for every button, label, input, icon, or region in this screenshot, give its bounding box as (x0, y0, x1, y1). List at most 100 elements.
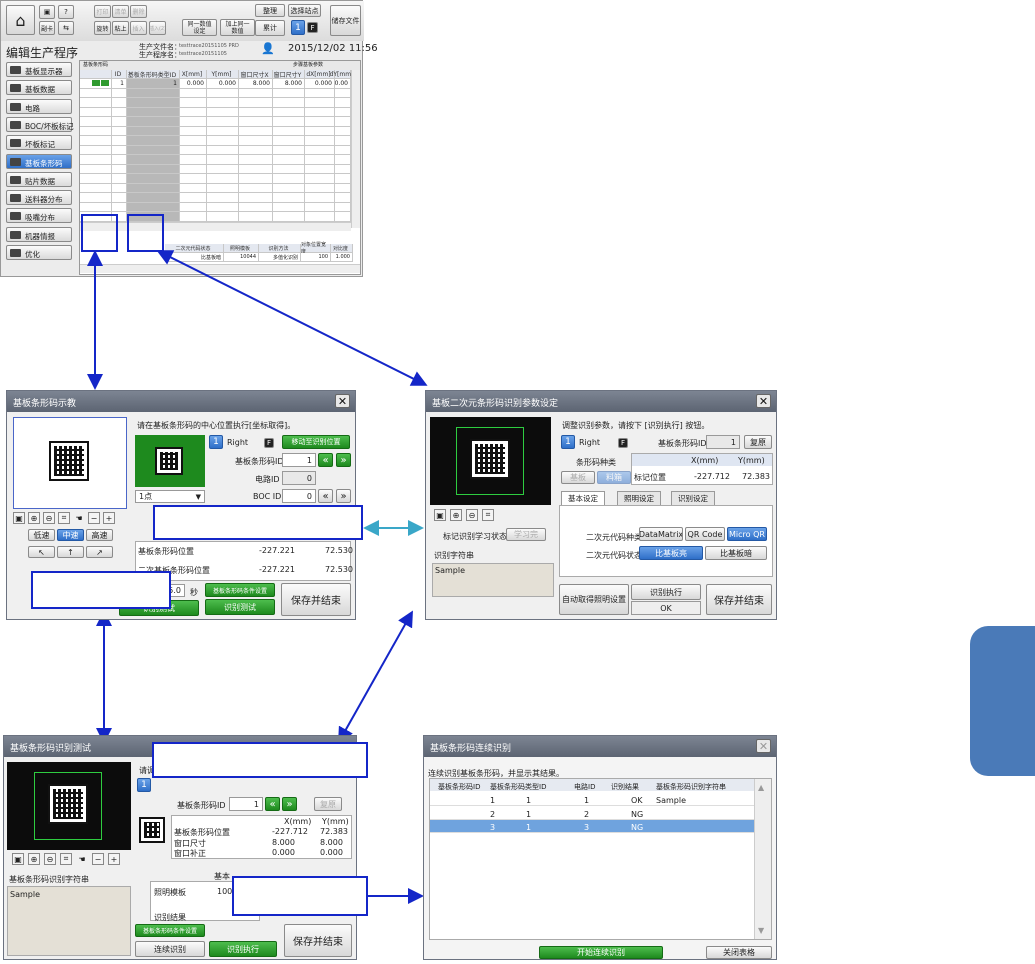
zoom-out-icon[interactable]: ⊖ (43, 512, 55, 524)
code-qr-button[interactable]: QR Code (685, 527, 725, 541)
arrow-main-to-w2 (156, 250, 428, 386)
tab-basic[interactable]: 基本设定 (561, 491, 605, 505)
callout-box-w3-top (152, 742, 368, 778)
jog-up-button[interactable]: ↑ (57, 546, 84, 558)
speed-high-button[interactable]: 高速 (86, 529, 113, 541)
test-next-id-button[interactable]: » (282, 797, 297, 811)
state-dark-button[interactable]: 比基板暗 (705, 546, 767, 560)
test-save-button[interactable]: 保存并结束 (284, 924, 352, 957)
hand-icon[interactable]: ☚ (73, 512, 85, 524)
fit-icon[interactable]: ⌗ (58, 512, 70, 524)
recog-str-value: Sample (435, 566, 465, 575)
start-continuous-button[interactable]: 开始连续识别 (539, 946, 663, 959)
test-barcode-id[interactable]: 1 (229, 797, 263, 811)
state-bright-button[interactable]: 比基板亮 (639, 546, 703, 560)
speed-mid-button[interactable]: 中速 (57, 529, 84, 541)
side-tab (970, 626, 1035, 776)
circuit-id-label: 电路ID (255, 475, 280, 484)
table-row[interactable] (430, 793, 754, 806)
code-datamatrix-button[interactable]: DataMatrix (639, 527, 683, 541)
barcode-image (49, 441, 89, 481)
continuous-scrollbar[interactable] (754, 779, 771, 939)
continuous-header-cell: 基板条形码ID (438, 783, 481, 791)
param-zoom-out-icon[interactable]: ⊖ (466, 509, 478, 521)
jog-upleft-button[interactable]: ↖ (28, 546, 55, 558)
boc-id-label: BOC ID (253, 492, 282, 501)
test-table-num: 1 (137, 778, 151, 792)
minus-icon[interactable]: − (88, 512, 100, 524)
close-icon[interactable]: ✕ (335, 394, 350, 408)
type-board-button[interactable]: 基板 (561, 471, 595, 484)
point-select-value: 1点 (139, 492, 153, 501)
param-barcode-id-label: 基板条形码ID (658, 439, 707, 448)
boc-next-button[interactable]: » (336, 489, 351, 503)
test-minus-icon[interactable]: − (92, 853, 104, 865)
image-icon[interactable]: ▣ (13, 512, 25, 524)
zoom-in-icon[interactable]: ⊕ (28, 512, 40, 524)
close-icon[interactable]: ✕ (756, 739, 771, 753)
pos-x: -227.221 (259, 546, 295, 555)
jog-upright-button[interactable]: ↗ (86, 546, 113, 558)
recognition-test-button[interactable]: 识别测试 (205, 599, 275, 615)
test-hand-icon[interactable]: ☚ (76, 853, 88, 865)
boc-id-field[interactable]: 0 (282, 489, 316, 503)
test-restore-button[interactable]: 复原 (314, 797, 342, 811)
test-pos-cell: -227.712 (272, 827, 308, 836)
test-fit-icon[interactable]: ⌗ (60, 853, 72, 865)
plus-icon[interactable]: + (103, 512, 115, 524)
tab-light[interactable]: 照明设定 (617, 491, 661, 505)
param-image-icon[interactable]: ▣ (434, 509, 446, 521)
side-label: Right (227, 438, 249, 447)
next-id-button[interactable]: » (336, 453, 351, 467)
param-fit-icon[interactable]: ⌗ (482, 509, 494, 521)
code-microqr-button[interactable]: Micro QR (727, 527, 767, 541)
timer-field[interactable]: 5.0 (168, 584, 185, 597)
test-zoom-in-icon[interactable]: ⊕ (28, 853, 40, 865)
recog-result: OK (631, 601, 701, 615)
table-cell: 3 (490, 823, 496, 832)
type-box-button[interactable]: 料箱 (597, 471, 631, 484)
learn-button[interactable]: 学习完 (506, 528, 546, 541)
move-to-position-button[interactable]: 移动至识别位置 (282, 435, 350, 449)
prev-id-button[interactable]: « (318, 453, 333, 467)
condition-setting-button[interactable]: 基板条形码条件设置 (205, 583, 275, 597)
continuous-header-cell: 识别结果 (611, 783, 639, 791)
continuous-recog-button[interactable]: 连续识别 (135, 941, 205, 957)
tab-recog[interactable]: 识别设定 (671, 491, 715, 505)
scroll-down-icon[interactable]: ▼ (758, 926, 764, 935)
barcode-id-field[interactable]: 1 (282, 453, 316, 467)
test-zoom-out-icon[interactable]: ⊖ (44, 853, 56, 865)
test-exec-button[interactable]: 识别执行 (209, 941, 277, 957)
pos-y: 72.530 (325, 546, 353, 555)
close-table-button[interactable]: 关闭表格 (706, 946, 772, 959)
table-row[interactable] (430, 807, 754, 820)
test-pos-cell: 0.000 (272, 848, 295, 857)
test-plus-icon[interactable]: + (108, 853, 120, 865)
table-row[interactable] (430, 820, 754, 833)
table-cell: 3 (584, 823, 590, 832)
boc-prev-button[interactable]: « (318, 489, 333, 503)
barcode-id-label: 基板条形码ID (235, 457, 284, 466)
point-select[interactable]: 1点 ▼ (135, 490, 205, 503)
restore-button[interactable]: 复原 (744, 435, 772, 449)
param-barcode (470, 439, 510, 479)
param-instruction: 调整识别参数，请按下 [识别执行] 按钮。 (562, 421, 710, 430)
auto-light-button[interactable]: 自动取得照明设置 (559, 584, 629, 615)
test-prev-id-button[interactable]: « (265, 797, 280, 811)
scroll-up-icon[interactable]: ▲ (758, 783, 764, 792)
circuit-id-field: 0 (282, 471, 316, 485)
speed-low-button[interactable]: 低速 (28, 529, 55, 541)
test-str-value: Sample (10, 890, 40, 899)
param-zoom-in-icon[interactable]: ⊕ (450, 509, 462, 521)
test-image-icon[interactable]: ▣ (12, 853, 24, 865)
recog-exec-button[interactable]: 识别执行 (631, 584, 701, 600)
param-save-button[interactable]: 保存并结束 (706, 584, 772, 615)
param-f-badge: F (618, 438, 628, 448)
close-icon[interactable]: ✕ (756, 394, 771, 408)
save-and-exit-button[interactable]: 保存并结束 (281, 583, 351, 616)
test-condition-button[interactable]: 基板条形码条件设置 (135, 924, 205, 937)
teach-instruction: 请在基板条形码的中心位置执行[坐标取得]。 (137, 421, 296, 430)
callout-box-w1-top (153, 505, 363, 540)
continuous-header-cell: 基板条形码识别字符串 (656, 783, 726, 791)
test-window: 基板条形码识别测试 请调整 1 基板条形码ID 1 « » 复原 X(mm) Y… (3, 735, 368, 960)
